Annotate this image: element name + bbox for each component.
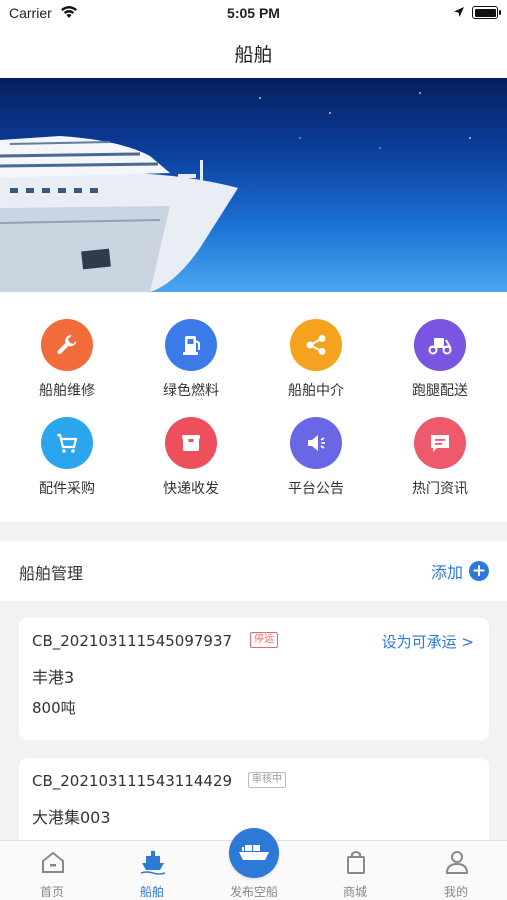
clock: 5:05 PM: [227, 5, 280, 21]
tab-label: 首页: [39, 885, 64, 899]
shopping-bag-icon: [347, 851, 365, 874]
ship-icon: [140, 851, 166, 875]
plus-circle-icon: +: [469, 561, 489, 581]
fuel-pump-icon: [165, 319, 217, 371]
service-ship-repair[interactable]: 船舶维修: [17, 319, 117, 400]
service-announcements[interactable]: 平台公告: [266, 417, 366, 498]
service-label: 船舶中介: [288, 383, 344, 399]
person-icon: [445, 851, 469, 874]
ship-tonnage: 800吨: [32, 699, 76, 717]
scooter-icon: [414, 319, 466, 371]
service-label: 平台公告: [288, 481, 344, 497]
tab-label: 发布空船: [229, 885, 278, 899]
cargo-ship-icon: [239, 845, 269, 860]
service-label: 配件采购: [39, 481, 95, 497]
service-label: 绿色燃料: [163, 383, 219, 399]
service-hot-news[interactable]: 热门资讯: [390, 417, 490, 498]
publish-empty-ship-button[interactable]: [229, 828, 279, 878]
battery-icon: [472, 6, 501, 19]
location-arrow-icon: [454, 7, 464, 17]
share-icon: [290, 319, 342, 371]
service-green-fuel[interactable]: 绿色燃料: [141, 319, 241, 400]
tab-home[interactable]: 首页: [2, 841, 102, 900]
ship-name: 大港集003: [32, 808, 111, 827]
service-label: 热门资讯: [412, 481, 468, 497]
service-label: 船舶维修: [39, 383, 95, 399]
ship-code: CB_202103111545097937: [32, 632, 233, 650]
home-icon: [42, 851, 64, 873]
page-title: 船舶: [234, 44, 273, 66]
ship-card[interactable]: CB_202103111545097937 停运 设为可承运 > 丰港3 800…: [19, 618, 489, 740]
megaphone-icon: [290, 417, 342, 469]
banner-image[interactable]: [0, 78, 507, 292]
chat-icon: [414, 417, 466, 469]
cruise-ship-illustration: [0, 92, 471, 292]
tab-label: 商城: [342, 885, 367, 899]
service-parts-purchase[interactable]: 配件采购: [17, 417, 117, 498]
add-ship-button[interactable]: 添加 +: [431, 559, 489, 583]
add-label: 添加: [430, 563, 463, 582]
status-badge: 停运: [250, 632, 278, 648]
service-ship-broker[interactable]: 船舶中介: [266, 319, 366, 400]
package-icon: [165, 417, 217, 469]
section-title: 船舶管理: [19, 564, 84, 583]
ship-name: 丰港3: [32, 668, 75, 687]
status-bar: Carrier 5:05 PM: [0, 0, 507, 28]
wrench-icon: [41, 319, 93, 371]
service-express[interactable]: 快递收发: [141, 417, 241, 498]
service-label: 快递收发: [163, 481, 219, 497]
service-label: 跑腿配送: [412, 383, 468, 399]
service-grid: 船舶维修 绿色燃料 船舶中介 跑腿配送 配件采购 快递收发 平台公告 热门资讯: [0, 292, 507, 522]
tab-ship[interactable]: 船舶: [102, 841, 202, 900]
tab-label: 我的: [443, 885, 468, 899]
ship-management-header: 船舶管理 添加 +: [0, 541, 507, 601]
tab-mall[interactable]: 商城: [305, 841, 405, 900]
status-badge: 审核中: [248, 772, 286, 788]
tab-label: 船舶: [139, 885, 164, 899]
nav-bar: 船舶: [0, 28, 507, 78]
set-available-link[interactable]: 设为可承运 >: [382, 631, 474, 652]
cart-icon: [41, 417, 93, 469]
service-errand-delivery[interactable]: 跑腿配送: [390, 319, 490, 400]
ship-code: CB_202103111543114429: [32, 772, 233, 790]
tab-mine[interactable]: 我的: [406, 841, 506, 900]
